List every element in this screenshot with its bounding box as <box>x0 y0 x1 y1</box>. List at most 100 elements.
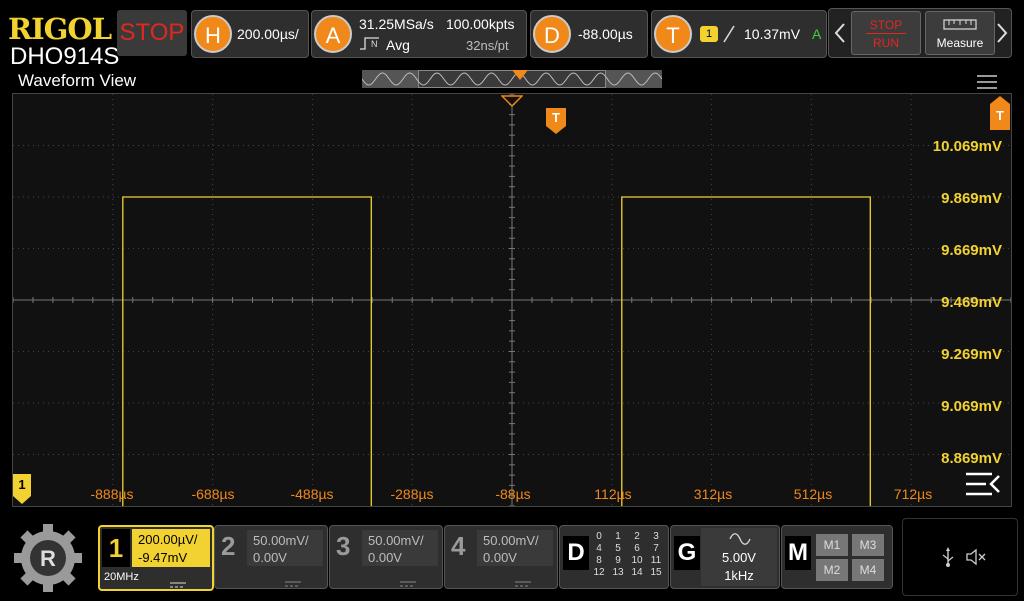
menu-icon[interactable] <box>976 74 998 90</box>
channel2-number: 2 <box>221 531 236 561</box>
channel1-offset-marker[interactable]: 1 <box>13 474 31 506</box>
gear-icon: R <box>14 524 82 592</box>
waveform-view-title: Waveform View <box>18 71 137 90</box>
digital-channel-label: 6 <box>634 543 640 554</box>
channel1-scale: 200.00µV/ <box>138 532 198 547</box>
digital-channel-label: 2 <box>634 531 640 542</box>
acquire-panel[interactable]: A 31.25MSa/s 100.00kpts N Avg 32ns/pt <box>311 10 527 58</box>
channel2-offset: 0.00V <box>253 550 287 565</box>
speaker-muted-icon[interactable] <box>965 547 987 567</box>
chevron-left-icon[interactable] <box>833 21 847 45</box>
dc-coupling-icon <box>400 574 416 587</box>
trigger-mode: A <box>812 26 822 42</box>
acquire-mode-icon: N <box>359 35 381 51</box>
digital-channel-label: 12 <box>593 567 605 578</box>
delay-panel[interactable]: D -88.00µs <box>530 10 648 58</box>
time-resolution: 32ns/pt <box>466 38 509 53</box>
channel4-number: 4 <box>451 531 466 561</box>
horizontal-key: H <box>194 15 232 53</box>
channel2-box[interactable]: 2 50.00mV/ 0.00V <box>214 525 328 589</box>
x-tick-label: -88µs <box>495 486 531 502</box>
acquire-mode: Avg <box>386 37 410 53</box>
rising-edge-icon <box>722 24 736 44</box>
status-area <box>902 518 1018 596</box>
channel3-settings-tile: 50.00mV/ 0.00V <box>362 530 438 566</box>
digital-channel-label: 4 <box>596 543 602 554</box>
math-m4-button[interactable]: M4 <box>852 559 884 581</box>
channel1-number: 1 <box>108 533 124 563</box>
quick-button-panel: STOP RUN Measure <box>828 8 1012 58</box>
digital-channel-label: 5 <box>615 543 621 554</box>
digital-channel-label: 9 <box>615 555 621 566</box>
y-tick-label: 10.069mV <box>932 138 1002 155</box>
delay-key: D <box>533 15 571 53</box>
math-box[interactable]: M M1 M3 M2 M4 <box>781 525 893 589</box>
digital-key: D <box>563 536 589 570</box>
delay-value: -88.00µs <box>578 26 633 42</box>
measure-label: Measure <box>936 36 984 50</box>
digital-channel-label: 11 <box>650 555 662 566</box>
sine-wave-icon <box>729 532 751 545</box>
y-tick-label: 8.869mV <box>941 450 1002 467</box>
trigger-level-tag-label: T <box>996 108 1004 123</box>
chevron-right-icon[interactable] <box>995 21 1009 45</box>
top-status-bar: RIGOL DHO914S STOP H 200.00µs/ A 31.25MS… <box>0 0 1024 70</box>
svg-text:R: R <box>40 546 56 571</box>
math-m2-button[interactable]: M2 <box>816 559 848 581</box>
channel4-scale: 50.00mV/ <box>483 533 539 548</box>
memory-overview-bar[interactable] <box>362 70 662 88</box>
trigger-panel[interactable]: T 1 10.37mV A <box>651 10 827 58</box>
channel1-settings-tile: 200.00µV/ -9.47mV <box>132 529 210 567</box>
generator-box[interactable]: G 5.00V 1kHz <box>670 525 780 589</box>
channel3-scale: 50.00mV/ <box>368 533 424 548</box>
trigger-tag[interactable]: T <box>546 108 566 134</box>
run-label: RUN <box>873 36 899 50</box>
run-state-indicator[interactable]: STOP <box>117 10 187 56</box>
channel3-offset: 0.00V <box>368 550 402 565</box>
trigger-time-marker[interactable] <box>500 94 524 108</box>
rigol-logo: RIGOL <box>8 12 112 46</box>
channel3-box[interactable]: 3 50.00mV/ 0.00V <box>329 525 443 589</box>
channel1-marker-label: 1 <box>18 477 26 492</box>
waveform-plot <box>12 93 1012 509</box>
math-m3-button[interactable]: M3 <box>852 534 884 556</box>
generator-settings-tile: 5.00V 1kHz <box>701 528 777 586</box>
digital-channel-label: 13 <box>612 567 624 578</box>
memory-depth: 100.00kpts <box>446 16 515 32</box>
y-tick-label: 9.869mV <box>941 190 1002 207</box>
horizontal-panel[interactable]: H 200.00µs/ <box>191 10 309 58</box>
trigger-key: T <box>654 15 692 53</box>
x-tick-label: -688µs <box>191 486 235 502</box>
waveform-grid[interactable]: 10.069mV 9.869mV 9.669mV 9.469mV 9.269mV… <box>12 93 1012 509</box>
channel4-box[interactable]: 4 50.00mV/ 0.00V <box>444 525 558 589</box>
y-tick-label: 9.269mV <box>941 346 1002 363</box>
math-m1-button[interactable]: M1 <box>816 534 848 556</box>
digital-channel-label: 3 <box>653 531 659 542</box>
digital-channel-grid: 0 1 2 3 4 5 6 7 8 9 10 11 12 13 14 15 <box>590 531 666 585</box>
usb-icon <box>941 547 955 567</box>
acquire-key: A <box>314 15 352 53</box>
stop-run-button[interactable]: STOP RUN <box>851 11 921 55</box>
collapse-menu-icon[interactable] <box>964 471 1002 497</box>
run-state-label: STOP <box>119 19 185 46</box>
acquire-mode-letter: N <box>371 39 378 49</box>
digital-channel-label: 14 <box>631 567 643 578</box>
dc-coupling-icon <box>170 575 186 588</box>
ruler-icon <box>943 17 977 31</box>
channel1-box[interactable]: 1 200.00µV/ -9.47mV 20MHz <box>98 525 214 591</box>
stop-label: STOP <box>869 18 903 32</box>
digital-box[interactable]: D 0 1 2 3 4 5 6 7 8 9 10 11 12 13 14 15 <box>559 525 669 589</box>
channel1-bandwidth: 20MHz <box>104 571 139 583</box>
trigger-position-marker <box>512 70 528 80</box>
digital-channel-label: 10 <box>631 555 643 566</box>
digital-channel-label: 8 <box>596 555 602 566</box>
home-gear-button[interactable]: R <box>10 520 86 596</box>
sample-rate: 31.25MSa/s <box>359 16 434 32</box>
digital-channel-label: 15 <box>650 567 662 578</box>
timebase-value: 200.00µs/ <box>237 26 299 42</box>
generator-amplitude: 5.00V <box>722 550 756 565</box>
trigger-level-tag[interactable]: T <box>990 96 1010 130</box>
trigger-level: 10.37mV <box>744 26 801 42</box>
measure-button[interactable]: Measure <box>925 11 995 55</box>
x-tick-label: -488µs <box>290 486 334 502</box>
